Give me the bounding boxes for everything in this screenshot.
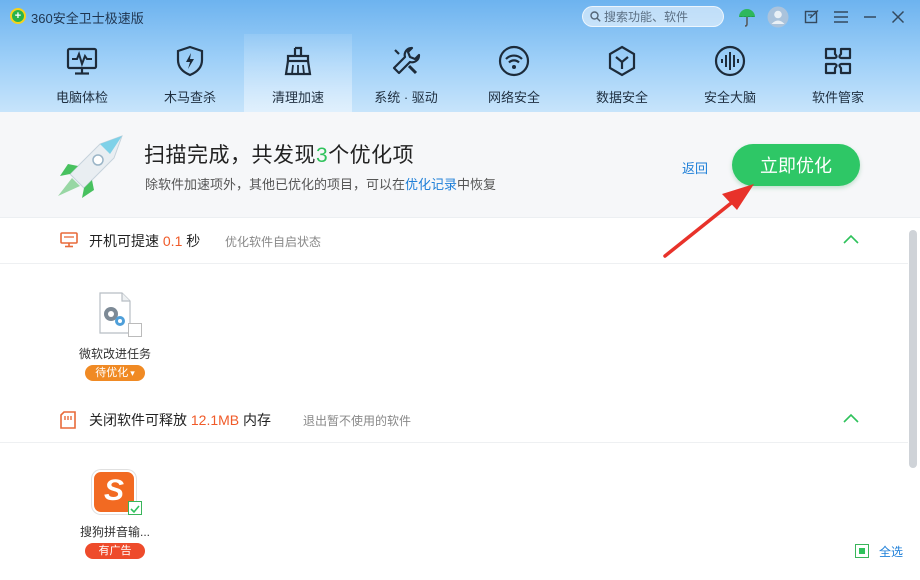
memory-release-value: 12.1MB: [190, 412, 240, 428]
section-startup-speedup: 开机可提速 0.1 秒 优化软件自启状态: [0, 218, 908, 264]
rocket-icon: [58, 135, 123, 198]
feedback-icon[interactable]: [801, 6, 823, 28]
brain-wave-icon: [714, 45, 746, 77]
avatar-icon: [767, 6, 789, 28]
nav-item-software-manager[interactable]: 软件管家: [784, 34, 892, 112]
search-icon: [590, 11, 601, 22]
wifi-icon: [498, 45, 530, 77]
nav-label: 电脑体检: [55, 90, 108, 105]
menu-icon[interactable]: [830, 6, 852, 28]
select-all-box[interactable]: [855, 544, 869, 558]
close-icon[interactable]: [887, 6, 909, 28]
minimize-icon[interactable]: [859, 6, 881, 28]
nav-item-pc-checkup[interactable]: 电脑体检: [28, 34, 136, 112]
hexagon-check-icon: [608, 45, 636, 77]
search-box[interactable]: [582, 6, 724, 27]
top-header: + 360安全卫士极速版 搜索功能、软件 电脑体检 木马查杀 清理加速 系统 ·…: [0, 0, 920, 112]
wrench-icon: [392, 46, 421, 75]
select-all-label[interactable]: 全选: [879, 543, 903, 560]
list-item[interactable]: 微软改进任务 待优化 ▾: [70, 290, 160, 384]
optimize-now-button[interactable]: 立即优化: [732, 144, 860, 186]
startup-time-value: 0.1: [162, 233, 183, 249]
item-name: 微软改进任务: [78, 347, 151, 361]
shield-bolt-icon: [176, 45, 204, 77]
nav-item-trojan-scan[interactable]: 木马查杀: [136, 34, 244, 112]
scan-result-banner: 扫描完成，共发现3个优化项 除软件加速项外，其他已优化的项目，可以在优化记录中恢…: [0, 112, 920, 218]
section-memory-release: 关闭软件可释放 12.1MB 内存 退出暂不使用的软件: [0, 397, 908, 443]
list-item[interactable]: S 搜狗拼音输... 有广告: [70, 468, 160, 562]
back-link[interactable]: 返回: [682, 158, 708, 177]
nav-label: 木马查杀: [163, 90, 216, 105]
nav-label: 网络安全: [487, 90, 540, 105]
badge-dropdown-icon: ▾: [130, 368, 135, 378]
apps-icon: [824, 47, 852, 75]
main-nav: 电脑体检 木马查杀 清理加速 系统 · 驱动 网络安全 数据安全 安全大脑 软件…: [28, 34, 892, 112]
umbrella-icon[interactable]: [736, 6, 758, 28]
system-task-file-icon: [99, 292, 131, 334]
checkmark-icon: [130, 505, 140, 514]
nav-label: 软件管家: [811, 90, 864, 105]
section-title: 开机可提速 0.1 秒: [89, 233, 201, 249]
scan-result-title: 扫描完成，共发现3个优化项: [144, 144, 415, 167]
app-title: 360安全卫士极速版: [31, 11, 144, 26]
nav-item-system-driver[interactable]: 系统 · 驱动: [352, 34, 460, 112]
scan-result-subtitle: 除软件加速项外，其他已优化的项目，可以在优化记录中恢复: [145, 177, 497, 192]
nav-item-network-security[interactable]: 网络安全: [460, 34, 568, 112]
item-checkbox[interactable]: [128, 323, 142, 337]
broom-icon: [284, 46, 312, 76]
nav-label: 清理加速: [271, 90, 324, 105]
collapse-chevron-icon[interactable]: [842, 412, 860, 424]
monitor-pulse-icon: [66, 47, 98, 75]
nav-label: 系统 · 驱动: [374, 90, 438, 105]
avatar[interactable]: [767, 6, 789, 28]
nav-label: 安全大脑: [703, 90, 756, 105]
nav-item-security-brain[interactable]: 安全大脑: [676, 34, 784, 112]
section-title: 关闭软件可释放 12.1MB 内存: [89, 412, 272, 428]
issue-count: 3: [316, 144, 329, 167]
item-checkbox[interactable]: [128, 501, 142, 515]
scrollbar[interactable]: [909, 230, 917, 468]
app-logo-icon: +: [10, 8, 26, 24]
item-name: 搜狗拼音输...: [79, 525, 150, 539]
search-input[interactable]: [604, 9, 720, 25]
section-note: 退出暂不使用的软件: [303, 414, 412, 428]
memory-card-icon: [60, 411, 76, 429]
monitor-icon: [60, 232, 78, 248]
has-ads-badge: 有广告: [85, 543, 145, 559]
title-bar: + 360安全卫士极速版: [0, 0, 920, 32]
nav-item-cleanup-speedup[interactable]: 清理加速: [244, 34, 352, 112]
nav-item-data-security[interactable]: 数据安全: [568, 34, 676, 112]
nav-label: 数据安全: [595, 90, 648, 105]
collapse-chevron-icon[interactable]: [842, 233, 860, 245]
pending-optimize-badge[interactable]: 待优化 ▾: [85, 365, 145, 381]
optimization-history-link[interactable]: 优化记录: [405, 177, 457, 192]
section-note: 优化软件自启状态: [225, 235, 322, 249]
